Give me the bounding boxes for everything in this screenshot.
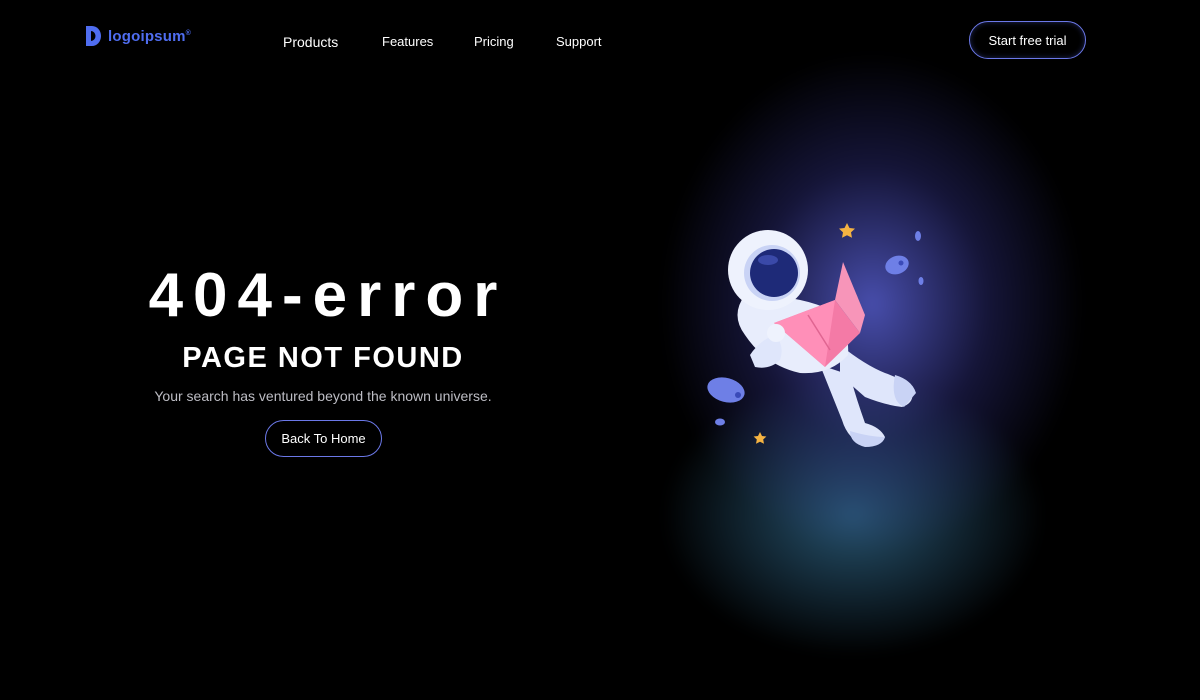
start-free-trial-button[interactable]: Start free trial [969,21,1086,59]
logo-mark-icon [86,26,101,46]
logo-text: logoipsum® [108,27,191,45]
nav-link-support[interactable]: Support [556,34,602,49]
back-to-home-button[interactable]: Back To Home [265,420,382,457]
hero-section: 404-error PAGE NOT FOUND Your search has… [130,261,516,405]
nav-link-pricing[interactable]: Pricing [474,34,514,49]
logo[interactable]: logoipsum® [84,25,191,47]
error-subtitle: PAGE NOT FOUND [182,342,464,374]
astronaut-reading-icon [707,223,924,447]
nav-link-features[interactable]: Features [382,34,433,49]
error-title: 404-error [148,261,508,330]
error-description: Your search has ventured beyond the know… [154,388,492,404]
nav-link-products[interactable]: Products [283,34,338,50]
